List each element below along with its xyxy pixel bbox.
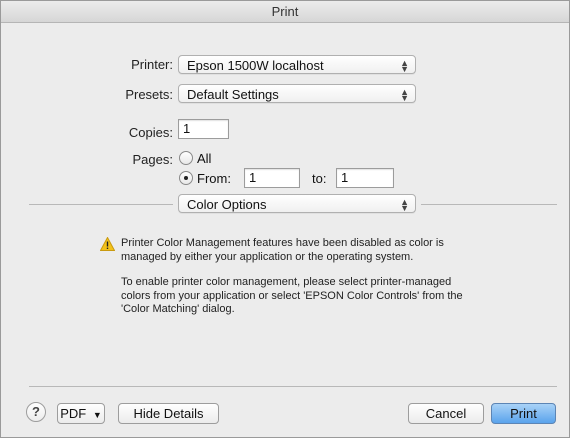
printer-label: Printer: <box>131 57 173 72</box>
copies-label: Copies: <box>128 125 173 140</box>
warning-line: Printer Color Management features have b… <box>121 237 444 249</box>
pdf-label: PDF <box>60 406 87 421</box>
pdf-menu-button[interactable]: PDF ▼ <box>57 403 105 424</box>
warning-line: managed by either your application or th… <box>121 250 414 263</box>
warning-line: 'Color Matching' dialog. <box>121 303 235 315</box>
presets-select-value: Default Settings <box>187 87 279 102</box>
cancel-button[interactable]: Cancel <box>408 403 484 424</box>
section-select[interactable]: Color Options ▲ ▼ <box>178 194 416 213</box>
pages-to-label: to: <box>312 171 327 186</box>
presets-label: Presets: <box>125 87 173 102</box>
copies-input[interactable]: 1 <box>178 119 229 139</box>
pages-all-label: All <box>197 151 212 166</box>
chevron-down-icon: ▼ <box>400 203 409 213</box>
printer-select[interactable]: Epson 1500W localhost ▲ ▼ <box>178 55 416 74</box>
chevron-down-icon: ▼ <box>92 410 102 420</box>
hide-details-button[interactable]: Hide Details <box>118 403 219 424</box>
warning-line: To enable printer color management, plea… <box>121 276 452 288</box>
pages-to-input[interactable]: 1 <box>336 168 394 188</box>
window-title: Print <box>1 1 569 23</box>
print-dialog: Print Printer: Epson 1500W localhost ▲ ▼… <box>0 0 570 438</box>
pages-from-radio[interactable] <box>179 171 193 185</box>
section-select-value: Color Options <box>187 197 267 212</box>
presets-select[interactable]: Default Settings ▲ ▼ <box>178 84 416 103</box>
footer-divider <box>29 386 557 387</box>
pages-from-label: From: <box>197 171 231 186</box>
section-divider-right <box>421 204 557 205</box>
chevron-down-icon: ▼ <box>400 93 409 103</box>
warning-line: colors from your application or select '… <box>121 289 463 302</box>
warning-message: Printer Color Management features have b… <box>121 237 541 317</box>
printer-select-value: Epson 1500W localhost <box>187 58 324 73</box>
pages-from-input[interactable]: 1 <box>244 168 300 188</box>
pages-label: Pages: <box>132 152 173 167</box>
warning-triangle-icon <box>100 237 115 251</box>
chevron-down-icon: ▼ <box>400 64 409 74</box>
help-button[interactable]: ? <box>26 402 46 422</box>
print-button[interactable]: Print <box>491 403 556 424</box>
section-divider-left <box>29 204 173 205</box>
pages-all-radio[interactable] <box>179 151 193 165</box>
